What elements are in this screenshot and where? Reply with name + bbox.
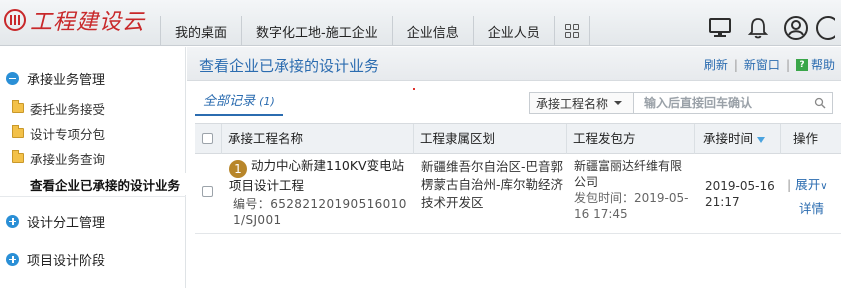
issuer-cell: 新疆富丽达纤维有限公司 发包时间：2019-05-16 17:45 (574, 158, 692, 222)
settings-button[interactable] (815, 14, 841, 42)
sort-desc-icon (757, 136, 766, 143)
sidebar-section-business[interactable]: 承接业务管理 (0, 67, 186, 89)
sidebar-item-view-accepted[interactable]: 查看企业已承接的设计业务 (0, 173, 186, 195)
expand-icon (6, 252, 19, 266)
tab-label: 全部记录 (203, 94, 256, 109)
expand-icon (6, 214, 19, 228)
settings-icon (816, 16, 835, 40)
apps-grid-icon (564, 24, 579, 38)
sidebar-item-subcontract[interactable]: 设计专项分包 (0, 122, 186, 144)
monitor-icon (709, 18, 731, 37)
search-input[interactable] (634, 93, 808, 113)
project-code: 编号：65282120190516010 1/SJ001 (233, 197, 407, 227)
sidebar-section-label: 承接业务管理 (27, 72, 106, 88)
select-all-checkbox[interactable] (202, 133, 213, 144)
main-nav: 我的桌面 数字化工地-施工企业 企业信息 企业人员 (160, 16, 590, 46)
nav-tab-company-info[interactable]: 企业信息 (391, 16, 473, 46)
row-checkbox[interactable] (202, 186, 213, 197)
tab-all-records[interactable]: 全部记录 (1) (195, 90, 283, 116)
issuer-name: 新疆富丽达纤维有限公司 (574, 159, 683, 189)
header-accept-time-label: 承接时间 (703, 131, 754, 146)
logo-icon (4, 9, 26, 31)
sidebar-item-label: 设计专项分包 (30, 126, 106, 142)
district-cell: 新疆维吾尔自治区-巴音郭楞蒙古自治州-库尔勒经济技术开发区 (421, 159, 564, 210)
header-district: 工程隶属区划 (413, 124, 566, 154)
apps-grid-button[interactable] (553, 16, 590, 46)
folder-open-icon (12, 150, 24, 163)
nav-tab-digital-site[interactable]: 数字化工地-施工企业 (241, 16, 392, 46)
sidebar-item-entrusted[interactable]: 委托业务接受 (0, 97, 186, 119)
refresh-link[interactable]: 刷新 (698, 56, 734, 73)
user-button[interactable] (777, 14, 815, 42)
sidebar-section-division[interactable]: 设计分工管理 (0, 210, 186, 232)
new-window-link[interactable]: 新窗口 (738, 56, 786, 73)
filter-bar: 承接工程名称 (529, 92, 833, 114)
app-logo[interactable]: 工程建设云 (4, 5, 145, 35)
sidebar-section-stage[interactable]: 项目设计阶段 (0, 248, 186, 270)
sidebar: 承接业务管理 委托业务接受 设计专项分包 承接业务查询 查看企业已承接的设计业务… (0, 47, 186, 288)
tab-row: 全部记录 (1) 承接工程名称 (187, 82, 841, 122)
accept-time-cell: 2019-05-16 21:17 (705, 179, 775, 209)
help-icon: ? (795, 58, 808, 71)
expand-link[interactable]: 展开 (795, 177, 820, 192)
sidebar-item-label: 委托业务接受 (30, 101, 106, 117)
folder-icon (12, 125, 24, 138)
page-title: 查看企业已承接的设计业务 (199, 57, 380, 75)
detail-link[interactable]: 详情 (799, 201, 824, 216)
issue-time: 发包时间：2019-05-16 17:45 (574, 191, 689, 221)
top-bar: 工程建设云 我的桌面 数字化工地-施工企业 企业信息 企业人员 (0, 0, 841, 46)
help-link[interactable]: 帮助 (811, 56, 841, 73)
header-project-name: 承接工程名称 (221, 124, 413, 154)
top-tools (701, 14, 841, 42)
sidebar-section-label: 设计分工管理 (27, 215, 106, 231)
header-actions: 操作 (780, 124, 841, 154)
logo-text: 工程建设云 (30, 10, 146, 35)
user-icon (784, 16, 808, 40)
marker-dot (413, 88, 415, 90)
bell-icon (747, 18, 769, 39)
search-button[interactable] (808, 93, 832, 113)
title-links: 刷新 | 新窗口 | ? 帮助 (698, 56, 841, 73)
header-accept-time[interactable]: 承接时间 (694, 124, 780, 154)
link-separator: | (785, 57, 790, 72)
sidebar-item-query[interactable]: 承接业务查询 (0, 147, 186, 169)
tab-count: (1) (259, 95, 275, 108)
nav-tab-desktop[interactable]: 我的桌面 (160, 16, 241, 46)
divider (0, 196, 186, 197)
row-index-badge: 1 (229, 160, 247, 178)
sidebar-section-label: 项目设计阶段 (27, 253, 106, 269)
nav-tab-company-staff[interactable]: 企业人员 (472, 16, 554, 46)
table-row: 1 动力中心新建110KV变电站项目设计工程 编号：652821201905160… (195, 154, 841, 234)
header-select (195, 124, 221, 154)
filter-field-select[interactable]: 承接工程名称 (530, 93, 634, 113)
filter-field-label: 承接工程名称 (536, 96, 609, 111)
main-panel: 查看企业已承接的设计业务 刷新 | 新窗口 | ? 帮助 全部记录 (1) 承接… (187, 47, 841, 288)
header-issuer: 工程发包方 (566, 124, 694, 154)
title-bar: 查看企业已承接的设计业务 刷新 | 新窗口 | ? 帮助 (187, 47, 841, 81)
project-name[interactable]: 动力中心新建110KV变电站项目设计工程 (229, 158, 404, 193)
collapse-icon (6, 71, 19, 85)
project-cell: 1 动力中心新建110KV变电站项目设计工程 编号：652821201905160… (229, 158, 407, 228)
caret-down-icon (614, 101, 623, 105)
notification-button[interactable] (739, 14, 777, 42)
link-separator: | (787, 177, 796, 192)
table-header: 承接工程名称 工程隶属区划 工程发包方 承接时间 操作 (195, 123, 841, 154)
search-icon (814, 97, 826, 109)
monitor-button[interactable] (701, 14, 739, 42)
sidebar-item-label: 承接业务查询 (30, 151, 106, 167)
chevron-down-icon: ∨ (820, 181, 828, 192)
sidebar-item-label: 查看企业已承接的设计业务 (30, 177, 181, 193)
folder-icon (12, 100, 24, 113)
actions-cell: | 展开∨ 详情 (787, 174, 828, 220)
